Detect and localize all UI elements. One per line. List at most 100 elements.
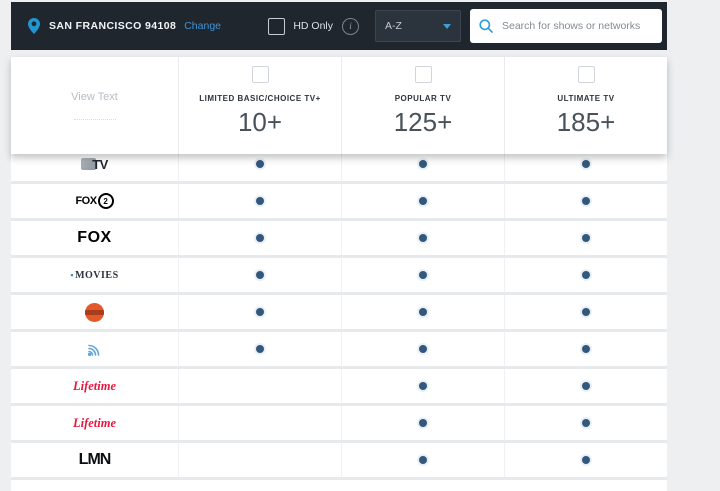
fox-2-logo: FOX 2 (75, 193, 114, 209)
lifetime-logo: Lifetime (72, 378, 117, 393)
availability-dot (419, 382, 427, 390)
plan-availability-cell (504, 332, 667, 366)
availability-dot (582, 308, 590, 316)
availability-dot (582, 271, 590, 279)
plan-availability-cell (341, 406, 504, 440)
availability-dot (582, 456, 590, 464)
availability-dot (419, 160, 427, 168)
channel-logo-cell (11, 332, 178, 366)
channel-logo-cell: FOX (11, 221, 178, 255)
top-bar: SAN FRANCISCO 94108 Change HD Only i A-Z (11, 2, 667, 50)
change-location-link[interactable]: Change (184, 20, 221, 32)
hd-only-checkbox[interactable] (268, 17, 286, 35)
availability-dot (256, 308, 264, 316)
lmn-logo: LMN (78, 451, 112, 468)
channel-logo-cell: LMN (11, 443, 178, 477)
plan-header-card: View Text LIMITED BASIC/CHOICE TV+ 10+ P… (11, 57, 667, 154)
lifetime-logo: Lifetime (72, 415, 117, 430)
availability-dot (256, 160, 264, 168)
location-label: SAN FRANCISCO 94108 (49, 20, 177, 32)
plan-name: POPULAR TV (394, 94, 452, 103)
availability-dot (256, 197, 264, 205)
orange-ball-logo (85, 302, 104, 322)
channel-logo: FOX (77, 229, 111, 247)
channel-logo: FOX 2 (75, 193, 114, 209)
plan-availability-cell (178, 295, 341, 329)
search-icon (479, 19, 493, 33)
channel-row (11, 295, 667, 332)
channel-row: Lifetime (11, 369, 667, 406)
channel-logo-cell (11, 295, 178, 329)
plan-availability-cell (341, 295, 504, 329)
plan-availability-cell (504, 258, 667, 292)
channel-row: FOX 2 (11, 184, 667, 221)
channel-logo-cell: FOX 2 (11, 184, 178, 218)
channel-row: FOX (11, 221, 667, 258)
chevron-down-icon (443, 23, 451, 29)
channel-logo (85, 302, 104, 322)
availability-dot (582, 382, 590, 390)
partial-next-row (11, 480, 667, 491)
plan-column-ultimate-tv: ULTIMATE TV 185+ (504, 57, 667, 154)
plan-availability-cell (178, 221, 341, 255)
availability-dot (419, 419, 427, 427)
plan-availability-cell (178, 369, 341, 403)
gray-tv-logo: TV (81, 157, 108, 172)
plan-availability-cell (504, 406, 667, 440)
view-text-link[interactable]: View Text (71, 91, 118, 103)
fox-2-badge: 2 (97, 193, 114, 209)
movies-logo: ▪ MOVIES (70, 269, 119, 281)
channel-row: LMN (11, 443, 667, 480)
channel-logo-cell: Lifetime (11, 369, 178, 403)
channel-logo: LMN (78, 451, 112, 469)
location-pin-icon (28, 18, 40, 34)
channel-rows: TV FOX 2 FOX ▪ MOVIES Lifetime Lifetime … (11, 147, 667, 491)
plan-checkbox[interactable] (414, 66, 432, 83)
availability-dot (419, 271, 427, 279)
plan-name: ULTIMATE TV (557, 94, 615, 103)
search-input[interactable] (500, 19, 653, 33)
orange-ball-band (85, 309, 104, 315)
plan-column-limited-basic: LIMITED BASIC/CHOICE TV+ 10+ (178, 57, 341, 154)
view-text-divider (73, 119, 116, 120)
availability-dot (582, 234, 590, 242)
plan-channel-count: 185+ (556, 107, 616, 137)
plan-availability-cell (504, 295, 667, 329)
channel-logo: Lifetime (73, 416, 116, 431)
plan-checkbox[interactable] (251, 66, 269, 83)
channel-row: Lifetime (11, 406, 667, 443)
plan-checkbox[interactable] (577, 66, 595, 83)
channel-logo: ▪ MOVIES (70, 270, 118, 281)
plan-availability-cell (178, 406, 341, 440)
availability-dot (419, 234, 427, 242)
plan-channel-count: 10+ (237, 107, 283, 137)
availability-dot (582, 345, 590, 353)
plan-availability-cell (178, 184, 341, 218)
plan-availability-cell (178, 332, 341, 366)
fox-logo: FOX (77, 229, 112, 246)
plan-availability-cell (341, 184, 504, 218)
plan-availability-cell (504, 184, 667, 218)
view-text-cell: View Text (11, 57, 178, 154)
channel-logo: TV (81, 157, 108, 172)
plan-availability-cell (178, 258, 341, 292)
plan-column-popular-tv: POPULAR TV 125+ (341, 57, 504, 154)
channel-row (11, 332, 667, 369)
search-box (470, 9, 662, 43)
availability-dot (419, 197, 427, 205)
availability-dot (419, 456, 427, 464)
plan-availability-cell (341, 221, 504, 255)
plan-availability-cell (504, 221, 667, 255)
availability-dot (582, 419, 590, 427)
channel-logo-cell: Lifetime (11, 406, 178, 440)
sort-value: A-Z (385, 20, 402, 32)
plan-name: LIMITED BASIC/CHOICE TV+ (199, 94, 321, 103)
availability-dot (256, 345, 264, 353)
availability-dot (582, 197, 590, 205)
channel-logo (85, 340, 105, 358)
plan-availability-cell (341, 332, 504, 366)
info-icon[interactable]: i (342, 17, 359, 35)
sort-dropdown[interactable]: A-Z (375, 10, 461, 42)
plan-availability-cell (504, 369, 667, 403)
plan-channel-count: 125+ (393, 107, 453, 137)
